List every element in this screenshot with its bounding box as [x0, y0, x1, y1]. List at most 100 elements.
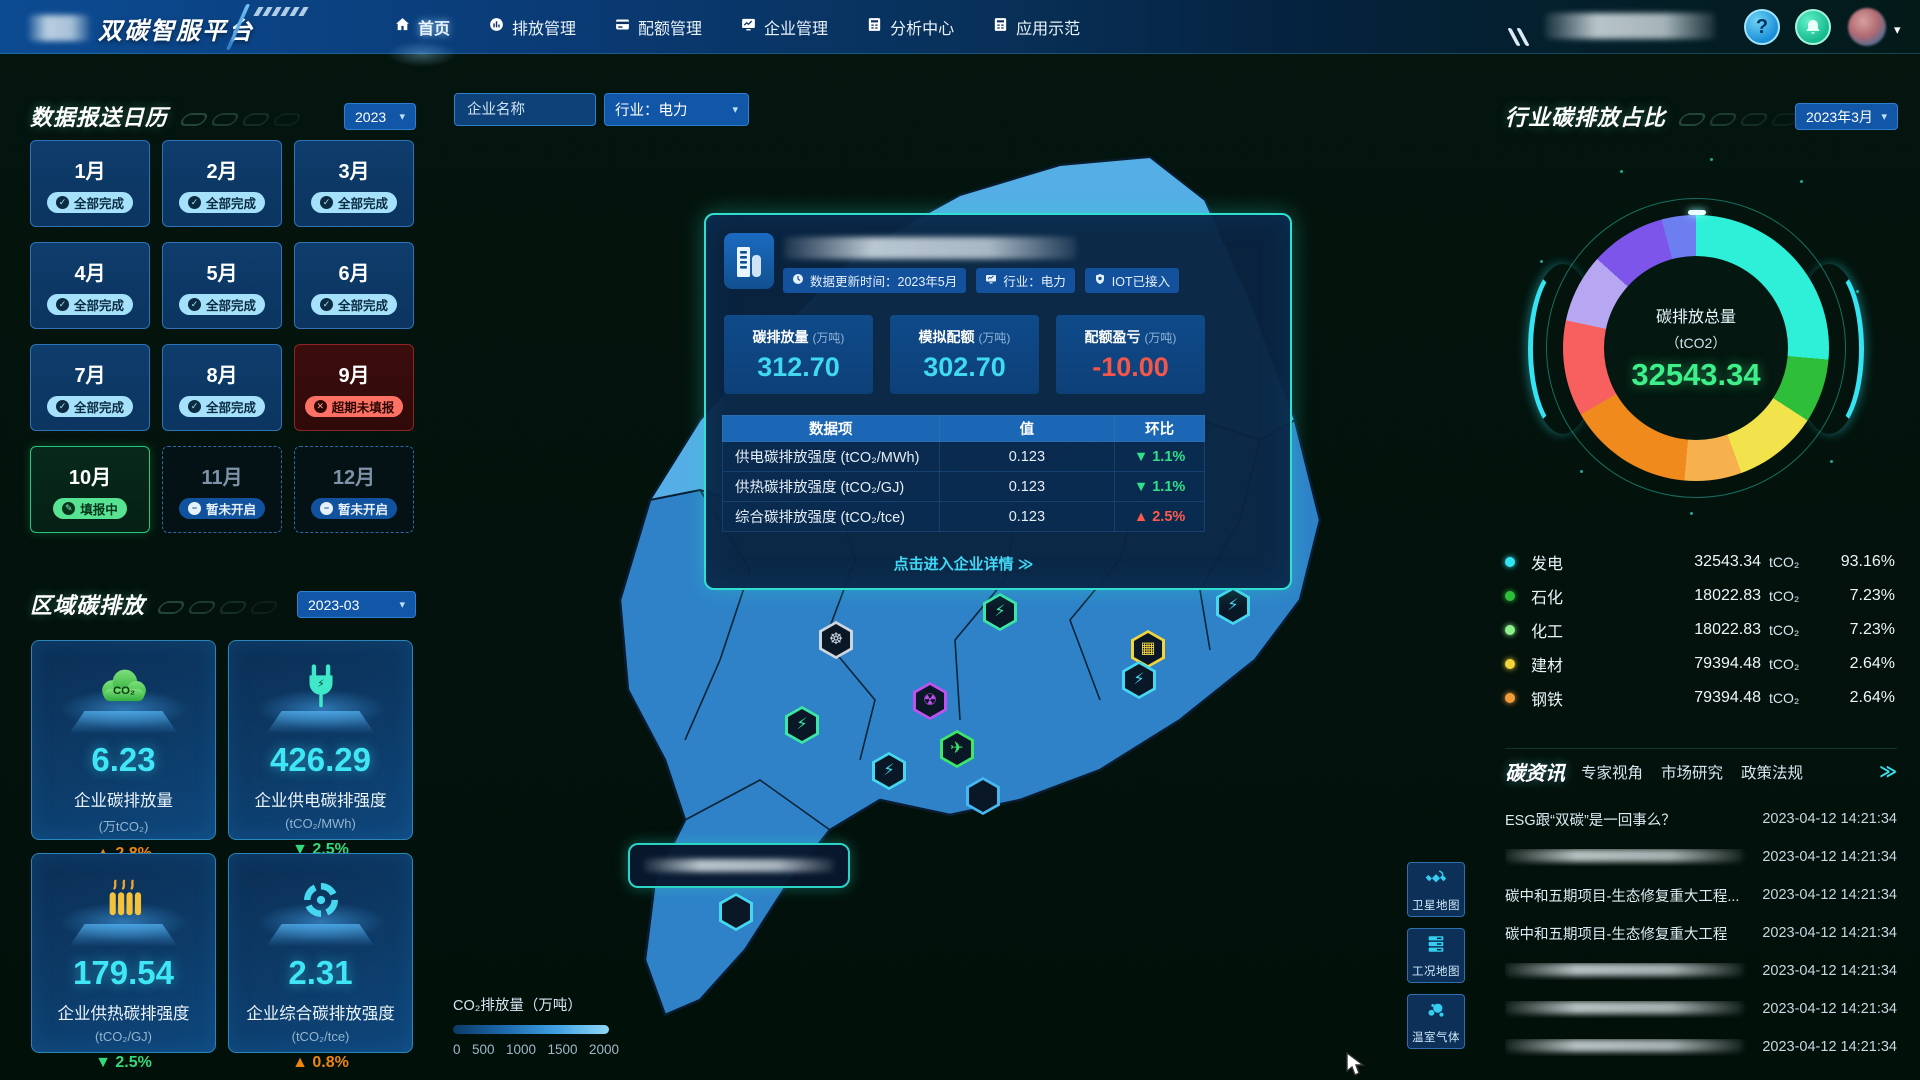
chevron-down-icon: ▾ [399, 598, 405, 611]
co2-cloud-icon: CO₂ [32, 657, 215, 709]
stat-unit: (tCO₂/MWh) [229, 816, 412, 831]
company-detail-link[interactable]: 点击进入企业详情 ≫ [722, 553, 1205, 574]
news-item-title: 碳中和五期项目-生态修复重大工程... [1505, 885, 1753, 906]
stat-value: 426.29 [229, 741, 412, 779]
month-card-1月[interactable]: 1月✓全部完成 [30, 140, 150, 227]
map-button-温室气体[interactable]: 温室气体 [1407, 994, 1465, 1049]
news-item[interactable]: 2023-04-12 14:21:34 [1505, 952, 1897, 990]
news-item[interactable]: 2023-04-12 14:21:34 [1505, 838, 1897, 876]
legend-industry-name: 石化 [1531, 584, 1621, 608]
calendar-year-select[interactable]: 2023▾ [344, 103, 416, 130]
industry-month-select[interactable]: 2023年3月▾ [1795, 103, 1898, 130]
news-item-title: 碳中和五期项目-生态修复重大工程 [1505, 923, 1753, 944]
month-card-12月[interactable]: 12月−暂未开启 [294, 446, 414, 533]
news-item[interactable]: 碳中和五期项目-生态修复重大工程...2023-04-12 14:21:34 [1505, 876, 1897, 914]
tag-icon [985, 273, 997, 288]
notifications-button[interactable] [1795, 9, 1831, 45]
news-item[interactable]: 2023-04-12 14:21:34 [1505, 990, 1897, 1028]
legend-tick: 2000 [589, 1042, 619, 1057]
month-label: 3月 [338, 155, 369, 184]
legend-dot [1505, 659, 1515, 669]
news-title-redacted [1505, 849, 1743, 862]
nav-item-企业管理[interactable]: 企业管理 [738, 11, 830, 43]
news-item-time: 2023-04-12 14:21:34 [1753, 849, 1897, 865]
map-button-卫星地图[interactable]: 卫星地图 [1407, 862, 1465, 917]
stat-unit: (万tCO₂) [32, 816, 215, 835]
month-status-badge: ✓全部完成 [47, 396, 133, 417]
nav-item-首页[interactable]: 首页 [392, 11, 452, 43]
map-button-工况地图[interactable]: 工况地图 [1407, 928, 1465, 983]
month-status-badge: ✓全部完成 [311, 294, 397, 315]
help-button[interactable]: ? [1744, 9, 1780, 45]
news-more-link[interactable]: ≫ [1879, 762, 1897, 782]
month-card-4月[interactable]: 4月✓全部完成 [30, 242, 150, 329]
stat-value: 6.23 [32, 741, 215, 779]
legend-industry-name: 化工 [1531, 618, 1621, 642]
news-item[interactable]: 碳中和五期项目-生态修复重大工程2023-04-12 14:21:34 [1505, 914, 1897, 952]
news-item[interactable]: ESG跟“双碳”是一回事么？2023-04-12 14:21:34 [1505, 800, 1897, 838]
analysis-icon [866, 16, 883, 38]
month-card-3月[interactable]: 3月✓全部完成 [294, 140, 414, 227]
popup-stat-label: 配额盈亏 (万吨) [1056, 327, 1205, 347]
region-stat-card[interactable]: 179.54企业供热碳排强度(tCO₂/GJ)▼ 2.5% [31, 853, 216, 1053]
region-stat-card[interactable]: ⚡426.29企业供电碳排强度(tCO₂/MWh)▼ 2.5% [228, 640, 413, 840]
month-card-11月[interactable]: 11月−暂未开启 [162, 446, 282, 533]
svg-text:⚡: ⚡ [317, 678, 324, 690]
company-stat-boxes: 碳排放量 (万吨)312.70模拟配额 (万吨)302.70配额盈亏 (万吨)-… [724, 315, 1205, 394]
legend-unit: tCO₂ [1769, 656, 1824, 672]
popup-stat-box: 配额盈亏 (万吨)-10.00 [1056, 315, 1205, 394]
news-header: 碳资讯 专家视角市场研究政策法规 ≫ [1505, 748, 1897, 786]
nav-item-应用示范[interactable]: 应用示范 [990, 11, 1082, 43]
popup-stat-label: 碳排放量 (万吨) [724, 327, 873, 347]
news-item[interactable]: 2023-04-12 14:21:34 [1505, 1028, 1897, 1066]
month-status-badge: ✓全部完成 [47, 192, 133, 213]
legend-industry-name: 建材 [1531, 652, 1621, 676]
month-label: 2月 [206, 155, 237, 184]
region-stat-card[interactable]: CO₂6.23企业碳排放量(万tCO₂)▲ 2.8% [31, 640, 216, 840]
month-card-7月[interactable]: 7月✓全部完成 [30, 344, 150, 431]
status-icon: ✓ [56, 298, 69, 311]
month-card-6月[interactable]: 6月 ✓全部完成 [294, 242, 414, 329]
table-row: 综合碳排放强度 (tCO₂/tce)0.123▲ 2.5% [723, 502, 1205, 532]
enterprise-icon [740, 16, 757, 38]
region-stat-card[interactable]: 2.31企业综合碳排放强度(tCO₂/tce)▲ 0.8% [228, 853, 413, 1053]
month-card-8月[interactable]: 8月✓全部完成 [162, 344, 282, 431]
industry-legend-row: 化工18022.83tCO₂7.23% [1505, 613, 1895, 647]
news-tab-政策法规[interactable]: 政策法规 [1741, 761, 1803, 783]
month-label: 6月 [338, 257, 369, 286]
user-avatar[interactable] [1848, 8, 1886, 46]
legend-dot [1505, 591, 1515, 601]
table-row: 供热碳排放强度 (tCO₂/GJ)0.123▼ 1.1% [723, 472, 1205, 502]
legend-unit: tCO₂ [1769, 690, 1824, 706]
month-card-5月[interactable]: 5月✓全部完成 [162, 242, 282, 329]
month-card-2月[interactable]: 2月✓全部完成 [162, 140, 282, 227]
news-tab-市场研究[interactable]: 市场研究 [1661, 761, 1723, 783]
month-card-10月[interactable]: 10月✎填报中 [30, 446, 150, 533]
region-panel-title: 区域碳排放 [30, 588, 276, 620]
nav-item-排放管理[interactable]: 排放管理 [486, 11, 578, 43]
industry-filter-select[interactable]: 行业：电力▾ [604, 93, 749, 126]
month-label: 9月 [338, 359, 369, 388]
avatar-dropdown-caret[interactable]: ▾ [1894, 22, 1901, 38]
bell-icon [1803, 17, 1823, 37]
nav-item-配额管理[interactable]: 配额管理 [612, 11, 704, 43]
donut-top-highlight [1688, 210, 1706, 215]
region-month-select[interactable]: 2023-03▾ [297, 591, 416, 618]
status-icon: ✓ [188, 196, 201, 209]
map-company-tooltip[interactable] [628, 843, 850, 888]
news-item-time: 2023-04-12 14:21:34 [1753, 887, 1897, 903]
table-header: 环比 [1115, 416, 1205, 442]
status-icon: ✓ [188, 400, 201, 413]
company-name-input[interactable] [454, 93, 596, 126]
nav-item-分析中心[interactable]: 分析中心 [864, 11, 956, 43]
news-item-title: ESG跟“双碳”是一回事么？ [1505, 809, 1753, 830]
month-card-9月[interactable]: 9月✕超期未填报 [294, 344, 414, 431]
industry-tag: 行业：电力 [976, 268, 1075, 293]
table-row: 供电碳排放强度 (tCO₂/MWh)0.123▼ 1.1% [723, 442, 1205, 472]
month-status-badge: −暂未开启 [179, 498, 265, 519]
legend-percent: 2.64% [1824, 655, 1895, 673]
map-layer-buttons: 卫星地图工况地图温室气体 [1407, 862, 1465, 1049]
status-icon: ✓ [320, 298, 333, 311]
news-tab-专家视角[interactable]: 专家视角 [1581, 761, 1643, 783]
stat-unit: (tCO₂/tce) [229, 1029, 412, 1044]
